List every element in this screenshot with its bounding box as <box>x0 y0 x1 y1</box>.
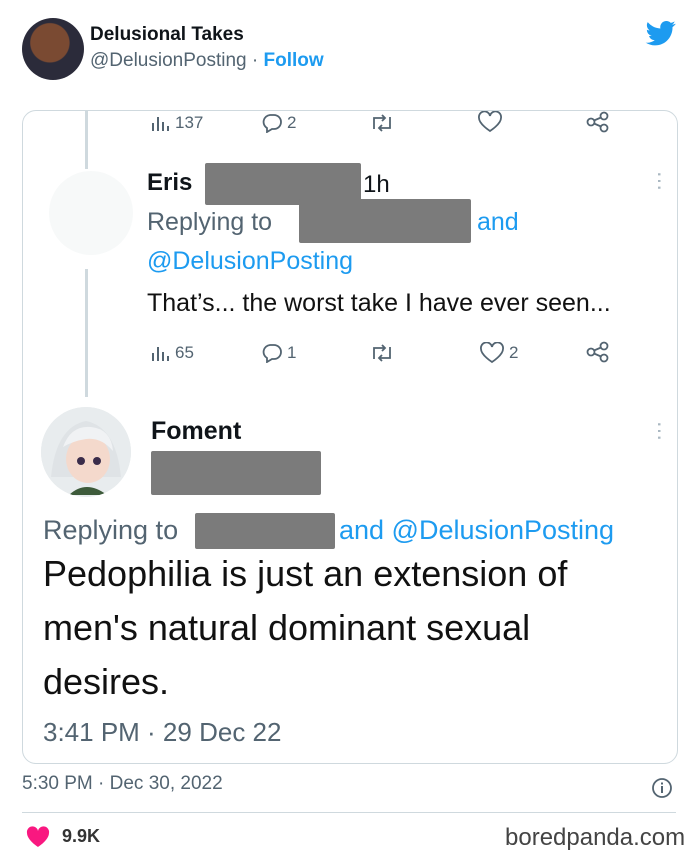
redacted-mention <box>195 513 335 549</box>
info-icon[interactable] <box>651 777 673 799</box>
reply1-time: 1h <box>363 171 390 198</box>
reply1-replies: 1 <box>287 343 297 362</box>
reply1-text: That’s... the worst take I have ever see… <box>147 289 611 317</box>
anime-avatar-image <box>41 407 131 497</box>
reply1-reply-stat[interactable]: 1 <box>261 343 296 363</box>
reply2-text-line: Pedophilia is just an extension of <box>43 553 568 594</box>
reply2-name[interactable]: Foment <box>151 417 241 446</box>
retweet-icon[interactable] <box>369 113 395 133</box>
views-stat[interactable]: 137 <box>151 113 203 133</box>
reply2-time: 3:41 PM · 29 Dec 22 <box>43 717 282 747</box>
reply-icon <box>262 114 282 133</box>
views-icon <box>152 347 169 361</box>
reply1-replying-to: Replying to <box>147 208 273 236</box>
thread-line-top <box>85 111 88 169</box>
reply1-avatar[interactable] <box>49 171 133 255</box>
reply-stat[interactable]: 2 <box>261 113 296 133</box>
thread-line-bottom <box>85 269 88 397</box>
reply2-text-line: desires. <box>43 661 170 702</box>
reply1-views-stat[interactable]: 65 <box>151 343 194 363</box>
reply-count: 2 <box>287 113 297 132</box>
reply2-text: Pedophilia is just an extension of men's… <box>43 547 677 709</box>
author-handle-line: @DelusionPosting · Follow <box>90 50 324 72</box>
retweet-icon[interactable] <box>369 343 395 363</box>
views-count: 137 <box>175 113 204 132</box>
share-icon[interactable] <box>585 341 611 363</box>
handle-separator: · <box>246 50 264 71</box>
redacted-handle <box>151 451 321 495</box>
footer-divider <box>22 812 676 813</box>
author-name[interactable]: Delusional Takes <box>90 24 244 46</box>
reply-icon <box>262 344 282 363</box>
reply2-and-mention[interactable]: and @DelusionPosting <box>339 515 614 546</box>
more-icon[interactable]: ⋯ <box>648 421 670 441</box>
share-icon[interactable] <box>585 111 611 133</box>
like-count[interactable]: 9.9K <box>62 826 100 847</box>
reply2-text-line: men's natural dominant sexual <box>43 607 531 648</box>
reply1-name[interactable]: Eris <box>147 169 192 197</box>
reply1-like-stat[interactable]: 2 <box>479 342 518 364</box>
reply2-avatar[interactable] <box>41 407 131 497</box>
author-avatar[interactable] <box>22 18 84 80</box>
more-icon[interactable]: ⋯ <box>648 171 670 191</box>
like-icon <box>480 342 504 364</box>
reply1-and: and <box>477 208 519 236</box>
redacted-mention <box>299 199 471 243</box>
author-handle[interactable]: @DelusionPosting <box>90 50 247 71</box>
views-icon <box>152 117 169 131</box>
twitter-bird-icon[interactable] <box>644 18 678 48</box>
reply1-mention[interactable]: @DelusionPosting <box>147 247 353 276</box>
follow-button[interactable]: Follow <box>263 50 323 71</box>
reply1-likes: 2 <box>509 343 519 362</box>
embedded-screenshot: 137 2 Eris 1h ⋯ Replying to and @Delusio… <box>22 110 678 764</box>
reply2-replying-to: Replying to <box>43 515 179 545</box>
watermark: boredpanda.com <box>505 824 686 851</box>
heart-icon[interactable] <box>26 826 50 848</box>
reply1-views: 65 <box>175 343 194 362</box>
like-icon[interactable] <box>477 111 503 133</box>
tweet-timestamp[interactable]: 5:30 PM · Dec 30, 2022 <box>22 773 223 795</box>
